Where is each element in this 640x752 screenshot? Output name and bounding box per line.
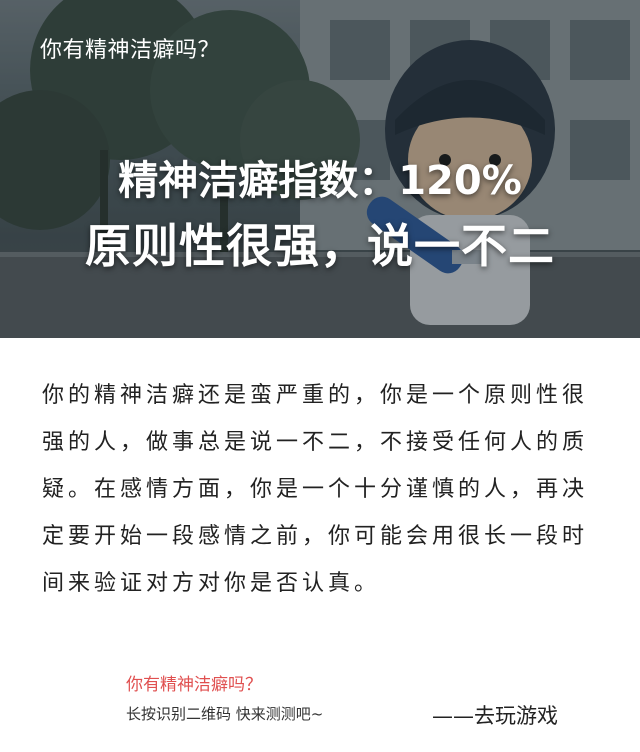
result-description: 你的精神洁癖还是蛮严重的，你是一个原则性很强的人，做事总是说一不二，不接受任何人… <box>42 383 589 596</box>
footer-signature: ——去玩游戏 <box>432 704 558 728</box>
footer-question: 你有精神洁癖吗？ <box>126 675 262 695</box>
headline-summary: 原则性很强，说一不二 <box>85 219 555 273</box>
hero-banner: 你有精神洁癖吗？ 精神洁癖指数：120% 原则性很强，说一不二 <box>0 0 640 338</box>
hero-title: 你有精神洁癖吗？ <box>40 38 221 63</box>
headline-score: 精神洁癖指数：120% <box>118 158 522 204</box>
footer-instruction: 长按识别二维码 快来测测吧~ <box>126 705 324 723</box>
